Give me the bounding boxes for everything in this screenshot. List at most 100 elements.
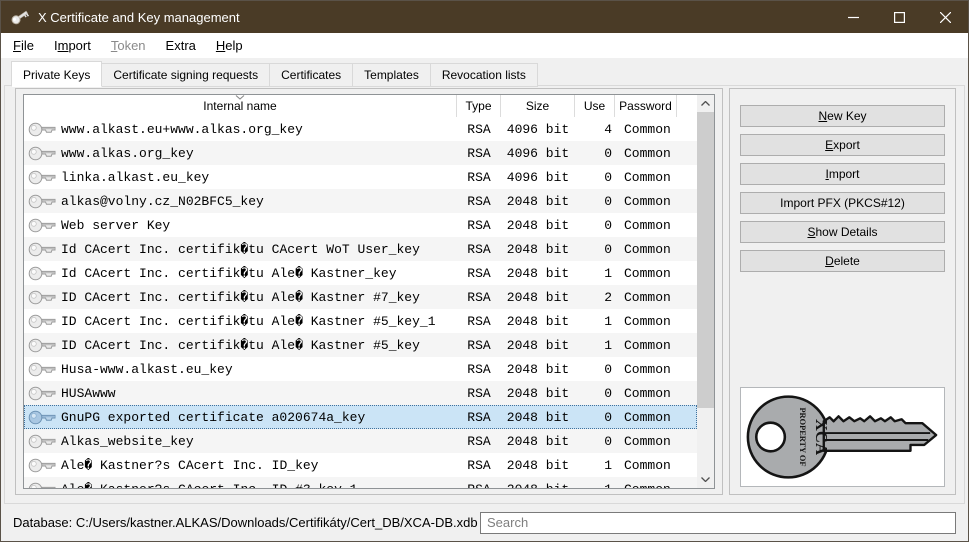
scroll-down-icon[interactable] bbox=[697, 471, 714, 488]
table-row[interactable]: www.alkast.eu+www.alkas.org_keyRSA4096 b… bbox=[24, 117, 697, 141]
cell-use: 0 bbox=[575, 146, 615, 161]
cell-internal-name: HUSAwww bbox=[24, 386, 457, 401]
table-row[interactable]: HUSAwwwRSA2048 bit0Common bbox=[24, 381, 697, 405]
cell-use: 1 bbox=[575, 458, 615, 473]
column-header-use[interactable]: Use bbox=[575, 95, 615, 117]
cell-internal-name: Id CAcert Inc. certifik�tu CAcert WoT Us… bbox=[24, 242, 457, 257]
vertical-scrollbar[interactable] bbox=[697, 95, 714, 488]
svg-text:PROPERTY OF: PROPERTY OF bbox=[798, 407, 807, 466]
cell-type: RSA bbox=[457, 434, 501, 449]
show-details-button[interactable]: Show Details bbox=[740, 221, 945, 243]
xca-logo-key: PROPERTY OF XCA bbox=[741, 390, 944, 484]
cell-use: 0 bbox=[575, 242, 615, 257]
menu-bar: FileImportTokenExtraHelp bbox=[1, 33, 968, 58]
column-header-size[interactable]: Size bbox=[501, 95, 575, 117]
cell-size: 2048 bit bbox=[501, 362, 575, 377]
cell-type: RSA bbox=[457, 242, 501, 257]
table-row[interactable]: ID CAcert Inc. certifik�tu Ale� Kastner … bbox=[24, 285, 697, 309]
tab-certificates[interactable]: Certificates bbox=[270, 63, 353, 87]
delete-button[interactable]: Delete bbox=[740, 250, 945, 272]
column-header-internal-name[interactable]: Internal name bbox=[24, 95, 457, 117]
cell-internal-name: ID CAcert Inc. certifik�tu Ale� Kastner … bbox=[24, 290, 457, 305]
cell-size: 2048 bit bbox=[501, 458, 575, 473]
key-icon bbox=[28, 218, 56, 233]
minimize-button[interactable] bbox=[830, 1, 876, 33]
cell-use: 1 bbox=[575, 314, 615, 329]
cell-password: Common bbox=[615, 434, 697, 449]
cell-internal-name: Husa-www.alkast.eu_key bbox=[24, 362, 457, 377]
cell-password: Common bbox=[615, 242, 697, 257]
key-icon bbox=[28, 194, 56, 209]
table-row[interactable]: Id CAcert Inc. certifik�tu Ale� Kastner_… bbox=[24, 261, 697, 285]
table-row[interactable]: GnuPG exported certificate a020674a_keyR… bbox=[24, 405, 697, 429]
cell-use: 0 bbox=[575, 362, 615, 377]
app-window: X Certificate and Key management FileImp… bbox=[0, 0, 969, 542]
tab-bar: Private KeysCertificate signing requests… bbox=[11, 63, 538, 87]
cell-size: 2048 bit bbox=[501, 242, 575, 257]
cell-internal-name: GnuPG exported certificate a020674a_key bbox=[24, 410, 457, 425]
svg-text:XCA: XCA bbox=[812, 419, 831, 455]
menu-file[interactable]: File bbox=[3, 35, 44, 56]
close-button[interactable] bbox=[922, 1, 968, 33]
tab-private-keys[interactable]: Private Keys bbox=[11, 61, 102, 87]
column-header-type[interactable]: Type bbox=[457, 95, 501, 117]
key-icon bbox=[28, 482, 56, 489]
cell-size: 4096 bit bbox=[501, 122, 575, 137]
table-row[interactable]: Ale� Kastner?s CAcert Inc. ID_keyRSA2048… bbox=[24, 453, 697, 477]
cell-use: 0 bbox=[575, 194, 615, 209]
status-bar: Database: C:/Users/kastner.ALKAS/Downloa… bbox=[1, 504, 968, 541]
cell-password: Common bbox=[615, 362, 697, 377]
column-header-filler bbox=[677, 95, 697, 117]
menu-import[interactable]: Import bbox=[44, 35, 101, 56]
cell-type: RSA bbox=[457, 410, 501, 425]
table-row[interactable]: alkas@volny.cz_N02BFC5_keyRSA2048 bit0Co… bbox=[24, 189, 697, 213]
xca-logo-box: PROPERTY OF XCA bbox=[740, 387, 945, 487]
cell-size: 2048 bit bbox=[501, 194, 575, 209]
table-header: Internal nameTypeSizeUsePassword bbox=[24, 95, 697, 117]
cell-internal-name: Ale� Kastner?s CAcert Inc. ID_key bbox=[24, 458, 457, 473]
scrollbar-thumb[interactable] bbox=[697, 112, 714, 408]
column-header-password[interactable]: Password bbox=[615, 95, 677, 117]
import-button[interactable]: Import bbox=[740, 163, 945, 185]
tab-certificate-signing-requests[interactable]: Certificate signing requests bbox=[102, 63, 270, 87]
new-key-button[interactable]: New Key bbox=[740, 105, 945, 127]
search-input[interactable] bbox=[480, 512, 956, 534]
cell-password: Common bbox=[615, 458, 697, 473]
tab-templates[interactable]: Templates bbox=[353, 63, 431, 87]
cell-password: Common bbox=[615, 146, 697, 161]
table-row[interactable]: ID CAcert Inc. certifik�tu Ale� Kastner … bbox=[24, 309, 697, 333]
table-row[interactable]: Web server KeyRSA2048 bit0Common bbox=[24, 213, 697, 237]
cell-size: 2048 bit bbox=[501, 410, 575, 425]
table-row[interactable]: Ale� Kastner?s CAcert Inc. ID #3_key_1RS… bbox=[24, 477, 697, 488]
cell-size: 2048 bit bbox=[501, 266, 575, 281]
menu-extra[interactable]: Extra bbox=[156, 35, 206, 56]
cell-password: Common bbox=[615, 266, 697, 281]
cell-use: 1 bbox=[575, 266, 615, 281]
export-button[interactable]: Export bbox=[740, 134, 945, 156]
cell-size: 2048 bit bbox=[501, 386, 575, 401]
menu-help[interactable]: Help bbox=[206, 35, 253, 56]
key-icon bbox=[28, 290, 56, 305]
cell-type: RSA bbox=[457, 218, 501, 233]
table-row[interactable]: www.alkas.org_keyRSA4096 bit0Common bbox=[24, 141, 697, 165]
key-icon bbox=[28, 242, 56, 257]
cell-internal-name: Web server Key bbox=[24, 218, 457, 233]
key-icon bbox=[28, 266, 56, 281]
table-row[interactable]: Id CAcert Inc. certifik�tu CAcert WoT Us… bbox=[24, 237, 697, 261]
cell-type: RSA bbox=[457, 386, 501, 401]
cell-internal-name: www.alkast.eu+www.alkas.org_key bbox=[24, 122, 457, 137]
table-row[interactable]: Husa-www.alkast.eu_keyRSA2048 bit0Common bbox=[24, 357, 697, 381]
cell-type: RSA bbox=[457, 338, 501, 353]
maximize-button[interactable] bbox=[876, 1, 922, 33]
window-title: X Certificate and Key management bbox=[38, 10, 240, 25]
tab-revocation-lists[interactable]: Revocation lists bbox=[431, 63, 538, 87]
window-controls bbox=[830, 1, 968, 33]
table-row[interactable]: ID CAcert Inc. certifik�tu Ale� Kastner … bbox=[24, 333, 697, 357]
menu-token[interactable]: Token bbox=[101, 35, 156, 56]
cell-internal-name: ID CAcert Inc. certifik�tu Ale� Kastner … bbox=[24, 314, 457, 329]
table-row[interactable]: Alkas_website_keyRSA2048 bit0Common bbox=[24, 429, 697, 453]
table-row[interactable]: linka.alkast.eu_keyRSA4096 bit0Common bbox=[24, 165, 697, 189]
key-icon bbox=[28, 410, 56, 425]
import-pfx-pkcs-12--button[interactable]: Import PFX (PKCS#12) bbox=[740, 192, 945, 214]
scroll-up-icon[interactable] bbox=[697, 95, 714, 112]
